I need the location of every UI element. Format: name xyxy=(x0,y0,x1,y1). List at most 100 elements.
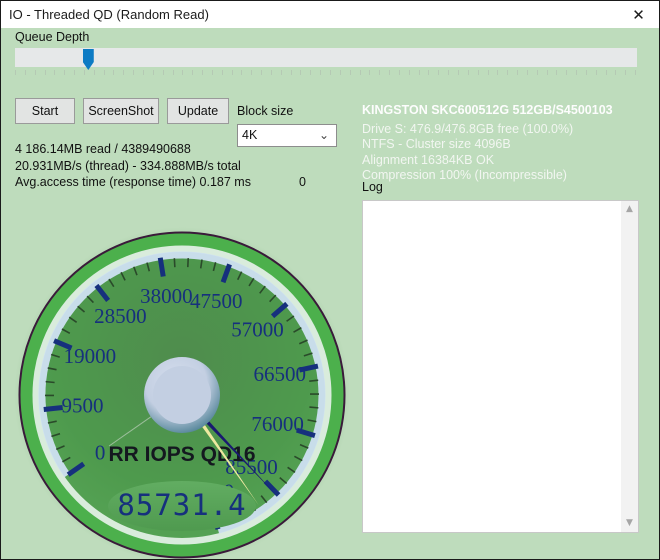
log-textarea[interactable]: ▲ ▼ xyxy=(362,200,639,533)
gauge-major-tick xyxy=(157,257,166,277)
slider-tick xyxy=(310,70,312,75)
slider-tick xyxy=(448,70,450,75)
client-area: Queue Depth Start ScreenShot Update Bloc… xyxy=(2,28,659,559)
title-bar: IO - Threaded QD (Random Read) ✕ xyxy=(1,1,659,28)
gauge-tick-label: 9500 xyxy=(62,394,104,418)
chevron-up-icon[interactable]: ▲ xyxy=(621,201,638,218)
block-size-label: Block size xyxy=(237,104,294,118)
slider-tick xyxy=(369,70,371,75)
slider-tick xyxy=(339,70,341,75)
slider-tick xyxy=(64,70,66,75)
gauge-minor-tick xyxy=(309,379,319,382)
chevron-down-icon: ⌄ xyxy=(318,128,329,142)
stats-read-line: 4 186.14MB read / 4389490688 xyxy=(15,142,191,156)
slider-tick xyxy=(280,70,282,75)
slider-tick xyxy=(585,70,587,75)
slider-tick xyxy=(635,70,637,75)
slider-tick xyxy=(526,70,528,75)
stats-throughput-line: 20.931MB/s (thread) - 334.888MB/s total xyxy=(15,158,241,173)
gauge-minor-tick xyxy=(45,380,55,384)
slider-tick xyxy=(438,70,440,75)
slider-tick xyxy=(241,70,243,75)
gauge-tick-label: 76000 xyxy=(251,412,304,436)
slider-tick xyxy=(507,70,509,75)
window-title: IO - Threaded QD (Random Read) xyxy=(9,7,209,22)
slider-tick xyxy=(497,70,499,75)
gauge-tick-label: 0 xyxy=(95,440,106,464)
queue-depth-slider[interactable] xyxy=(15,48,637,78)
slider-tick xyxy=(428,70,430,75)
slider-tick xyxy=(290,70,292,75)
slider-tick xyxy=(261,70,263,75)
screenshot-button[interactable]: ScreenShot xyxy=(83,98,159,124)
slider-tick xyxy=(576,70,578,75)
app-window: IO - Threaded QD (Random Read) ✕ Queue D… xyxy=(0,0,660,560)
slider-tick xyxy=(15,70,16,75)
slider-tick xyxy=(251,70,253,75)
slider-tick xyxy=(152,70,154,75)
lcd-readout: 85731.4 xyxy=(117,488,246,522)
start-button[interactable]: Start xyxy=(15,98,75,124)
slider-tick xyxy=(231,70,233,75)
slider-tick xyxy=(182,70,184,75)
slider-tick xyxy=(398,70,400,75)
slider-tick xyxy=(54,70,56,75)
gauge-major-tick xyxy=(43,405,63,413)
slider-tick xyxy=(133,70,135,75)
slider-tick xyxy=(142,70,144,75)
log-label: Log xyxy=(362,180,383,194)
slider-tick xyxy=(359,70,361,75)
drive-filesystem: NTFS - Cluster size 4096B xyxy=(362,137,511,151)
slider-tick xyxy=(487,70,489,75)
block-size-value: 4K xyxy=(242,128,258,142)
gauge-tick-label: 38000 xyxy=(140,284,193,308)
slider-tick xyxy=(162,70,164,75)
gauge-minor-tick xyxy=(309,406,319,409)
slider-tick xyxy=(379,70,381,75)
slider-tick xyxy=(536,70,538,75)
update-button[interactable]: Update xyxy=(167,98,229,124)
slider-tick xyxy=(270,70,272,75)
slider-tick xyxy=(625,70,627,75)
slider-tick xyxy=(211,70,213,75)
slider-tick xyxy=(467,70,469,75)
slider-tick xyxy=(44,70,46,75)
slider-tick xyxy=(349,70,351,75)
slider-tick xyxy=(517,70,519,75)
slider-tick xyxy=(595,70,597,75)
slider-tick xyxy=(477,70,479,75)
slider-tick xyxy=(330,70,331,75)
stats-access-time-text: Avg.access time (response time) 0.187 ms xyxy=(15,175,251,189)
slider-tick xyxy=(615,70,617,75)
slider-tick xyxy=(389,70,391,75)
slider-tick xyxy=(605,70,607,75)
drive-alignment: Alignment 16384KB OK xyxy=(362,152,495,167)
slider-tick xyxy=(113,70,115,75)
drive-compression: Compression 100% (Incompressible) xyxy=(362,168,567,182)
slider-tick xyxy=(74,70,76,75)
stats-access-time-extra: 0 xyxy=(298,175,306,189)
slider-tick xyxy=(418,70,420,75)
gauge-tick-label: 57000 xyxy=(231,317,284,341)
gauge-svg: 0 9500 19000 285003800047500 57000 66500 76000… xyxy=(14,227,350,559)
slider-tick xyxy=(34,70,36,75)
gauge-hub xyxy=(153,366,211,424)
close-icon[interactable]: ✕ xyxy=(616,1,659,28)
slider-tick xyxy=(83,70,85,75)
gauge-tick-label: 28500 xyxy=(94,304,147,328)
log-scrollbar[interactable]: ▲ ▼ xyxy=(621,201,638,532)
chevron-down-icon[interactable]: ▼ xyxy=(621,515,638,532)
slider-tick xyxy=(24,70,26,75)
iops-gauge: 0 9500 19000 28500 38000 47500 57000 66500 76000… xyxy=(14,203,350,559)
slider-tick xyxy=(202,70,204,75)
gauge-tick-label: 47500 xyxy=(190,289,243,313)
drive-model: KINGSTON SKC600512G 512GB/S4500103 xyxy=(362,103,613,117)
slider-tick xyxy=(221,70,223,75)
slider-tick xyxy=(172,70,174,75)
slider-ticks xyxy=(15,70,637,76)
slider-tick xyxy=(300,70,302,75)
slider-tick xyxy=(93,70,95,75)
queue-depth-label: Queue Depth xyxy=(15,30,90,44)
gauge-minor-tick xyxy=(173,258,176,268)
slider-track[interactable] xyxy=(15,48,637,67)
